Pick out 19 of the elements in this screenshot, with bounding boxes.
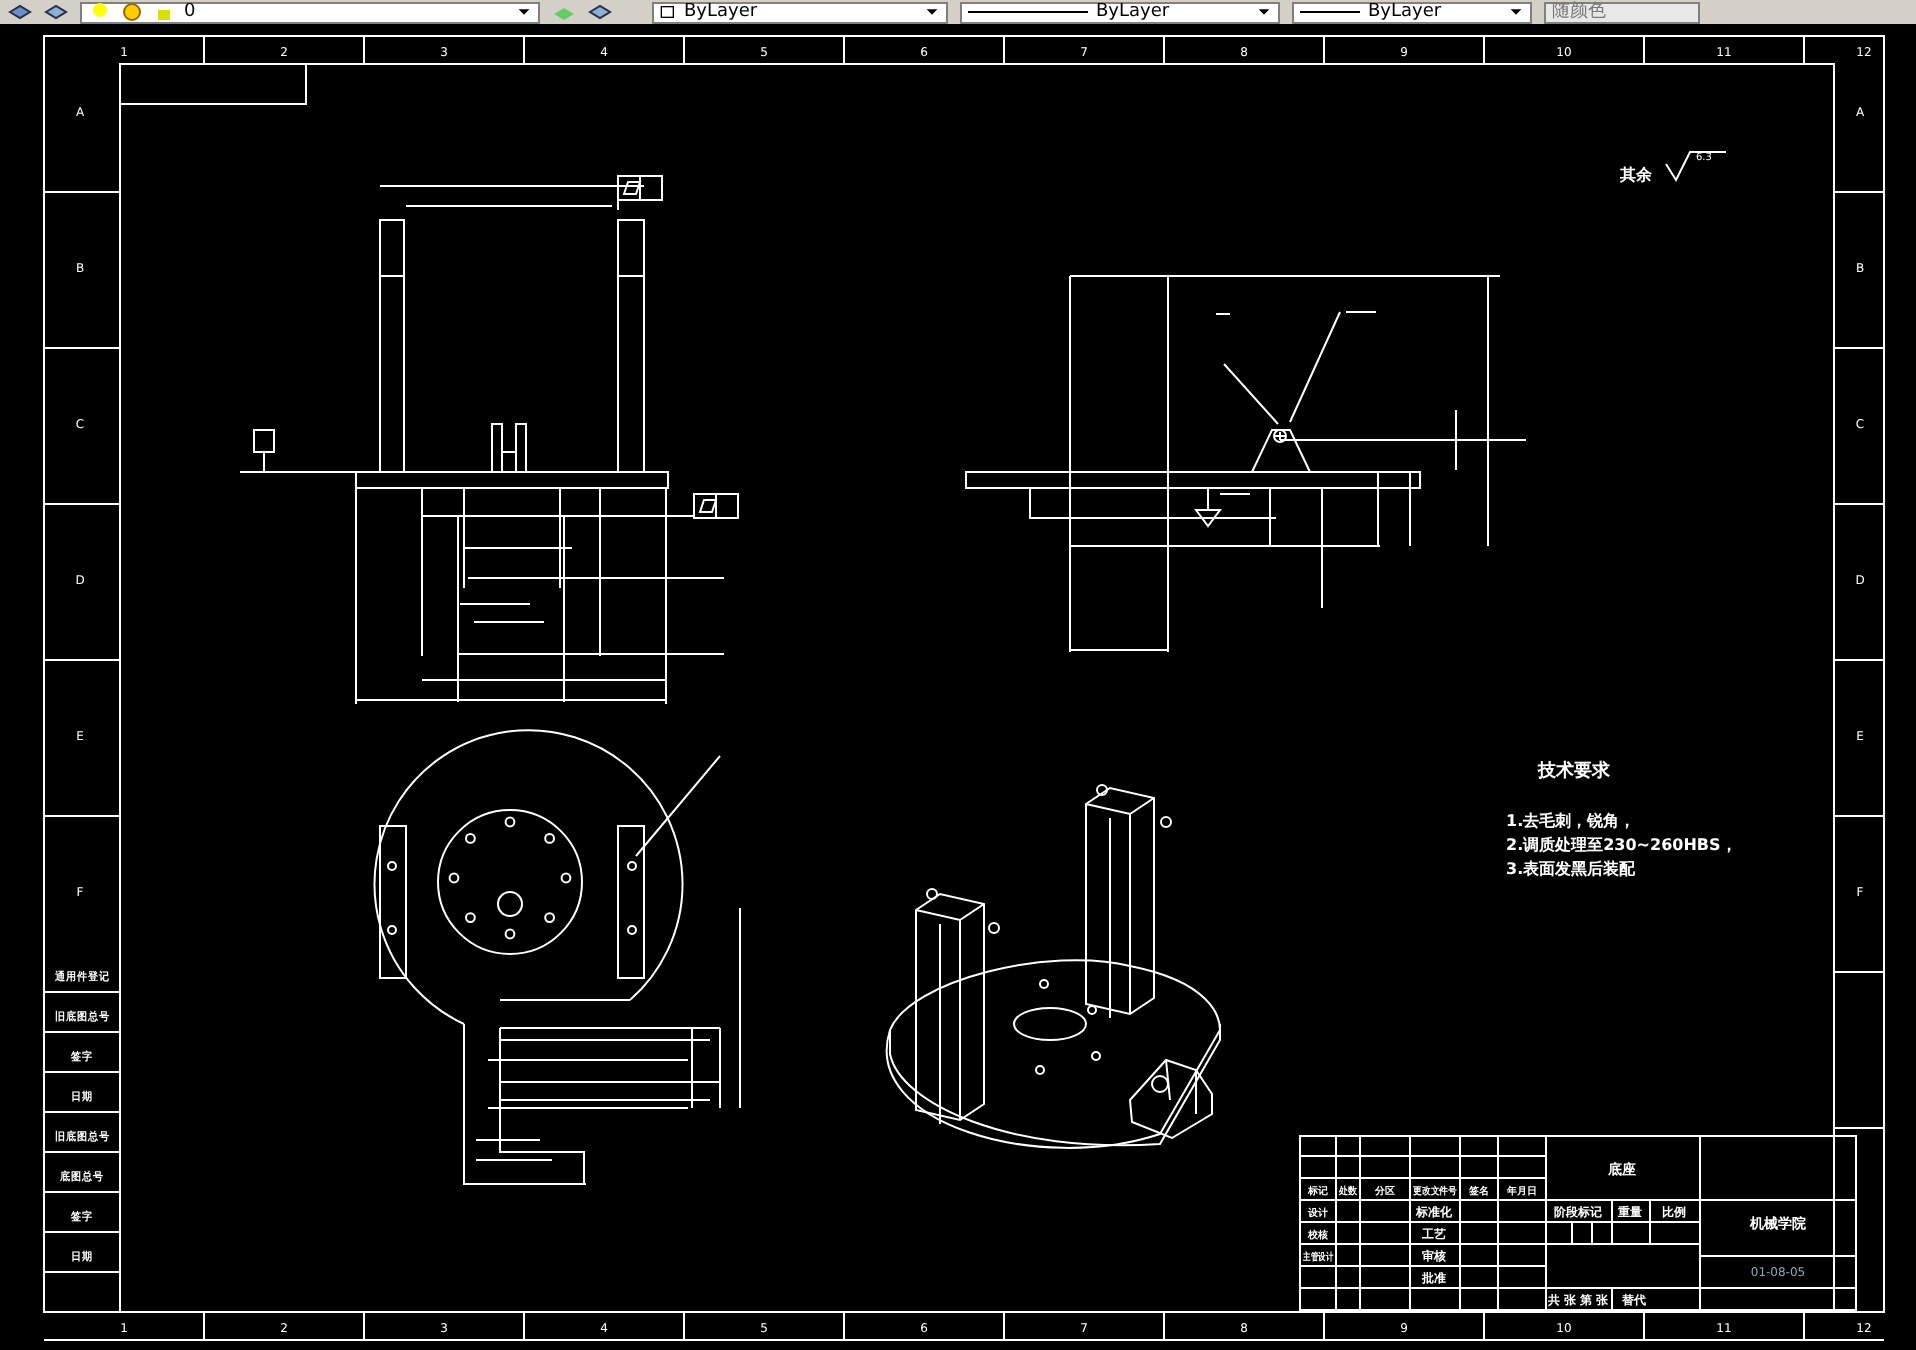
plot-style-dropdown[interactable]: 随颜色 <box>1544 1 1700 23</box>
color-dropdown[interactable]: ByLayer <box>652 1 948 23</box>
requirement-text: 2.调质处理至230~260HBS， <box>1506 836 1737 854</box>
layer-name: 0 <box>184 3 198 21</box>
layers-icon[interactable] <box>8 2 32 22</box>
requirements-title: 技术要求 <box>1538 762 1610 782</box>
layer-dropdown[interactable]: 0 <box>80 1 540 23</box>
layers-icon[interactable] <box>44 2 68 22</box>
requirement-text: 1.去毛刺，锐角， <box>1506 812 1636 830</box>
lineweight-value: ByLayer <box>1368 3 1444 21</box>
layers-icon[interactable] <box>588 2 612 22</box>
roughness-symbol-icon <box>1665 151 1727 183</box>
lineweight-dropdown[interactable]: ByLayer <box>1292 1 1532 23</box>
color-value: ByLayer <box>684 3 760 21</box>
linetype-dropdown[interactable]: ByLayer <box>960 1 1280 23</box>
requirement-text: 3.表面发黑后装配 <box>1506 860 1636 878</box>
roughness-label: 其余 <box>1620 166 1652 184</box>
linetype-value: ByLayer <box>1096 3 1172 21</box>
color-swatch-icon <box>660 2 676 22</box>
